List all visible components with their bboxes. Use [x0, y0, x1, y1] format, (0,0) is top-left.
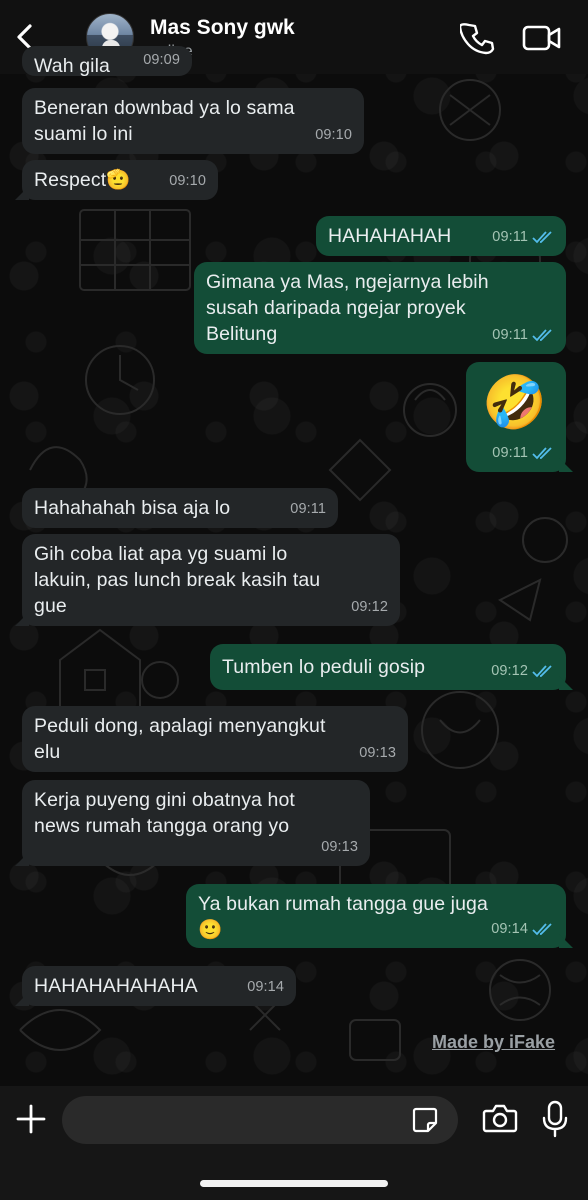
read-ticks-icon	[532, 231, 552, 244]
message-outgoing[interactable]: Tumben lo peduli gosip 09:12	[210, 644, 566, 690]
message-text: Beneran downbad ya lo sama suami lo ini	[34, 97, 295, 145]
message-incoming[interactable]: Kerja puyeng gini obatnya hot news rumah…	[22, 780, 370, 866]
message-time: 09:11	[290, 501, 326, 517]
message-text: Kerja puyeng gini obatnya hot news rumah…	[34, 789, 295, 837]
message-emoji: 🤣	[482, 374, 547, 432]
message-input[interactable]	[62, 1096, 458, 1144]
home-indicator	[200, 1180, 388, 1187]
message-incoming[interactable]: HAHAHAHAHAHA 09:14	[22, 966, 296, 1006]
message-incoming[interactable]: Gih coba liat apa yg suami lo lakuin, pa…	[22, 534, 400, 626]
message-time: 09:10	[169, 173, 206, 189]
message-time: 09:11	[492, 229, 528, 245]
message-text: Peduli dong, apalagi menyangkut elu	[34, 715, 326, 763]
watermark-text: Made by iFake	[432, 1032, 556, 1052]
message-time: 09:13	[321, 839, 358, 855]
message-incoming[interactable]: Wah gila 09:09	[22, 46, 192, 76]
message-time: 09:12	[351, 599, 388, 615]
message-time: 09:11	[492, 445, 528, 461]
message-text: Wah gila	[34, 55, 110, 76]
message-outgoing[interactable]: Gimana ya Mas, ngejarnya lebih susah dar…	[194, 262, 566, 354]
sticker-icon[interactable]	[410, 1105, 440, 1135]
video-camera-icon[interactable]	[522, 22, 562, 54]
read-ticks-icon	[532, 447, 552, 460]
message-text: Gih coba liat apa yg suami lo lakuin, pa…	[34, 543, 321, 617]
message-time: 09:10	[315, 127, 352, 143]
message-incoming[interactable]: Peduli dong, apalagi menyangkut elu 09:1…	[22, 706, 408, 772]
message-incoming[interactable]: Beneran downbad ya lo sama suami lo ini …	[22, 88, 364, 154]
read-ticks-icon	[532, 329, 552, 342]
phone-icon[interactable]	[460, 20, 496, 56]
message-time: 09:13	[359, 745, 396, 761]
message-outgoing[interactable]: Ya bukan rumah tangga gue juga 🙂 09:14	[186, 884, 566, 948]
message-time: 09:14	[247, 979, 284, 995]
message-outgoing[interactable]: HAHAHAHAH 09:11	[316, 216, 566, 256]
contact-name[interactable]: Mas Sony gwk	[150, 16, 295, 40]
read-ticks-icon	[532, 665, 552, 678]
message-text: Hahahahah bisa aja lo	[34, 497, 231, 519]
message-time: 09:09	[143, 52, 180, 68]
message-incoming[interactable]: Hahahahah bisa aja lo 09:11	[22, 488, 338, 528]
message-incoming[interactable]: Respect🫡 09:10	[22, 160, 218, 200]
message-time: 09:14	[491, 921, 528, 937]
microphone-icon[interactable]	[540, 1099, 570, 1139]
message-time: 09:11	[492, 327, 528, 343]
camera-icon[interactable]	[482, 1101, 518, 1135]
message-outgoing[interactable]: 🤣 09:11	[466, 362, 566, 472]
plus-icon[interactable]	[12, 1100, 50, 1138]
message-time: 09:12	[491, 663, 528, 679]
read-ticks-icon	[532, 923, 552, 936]
